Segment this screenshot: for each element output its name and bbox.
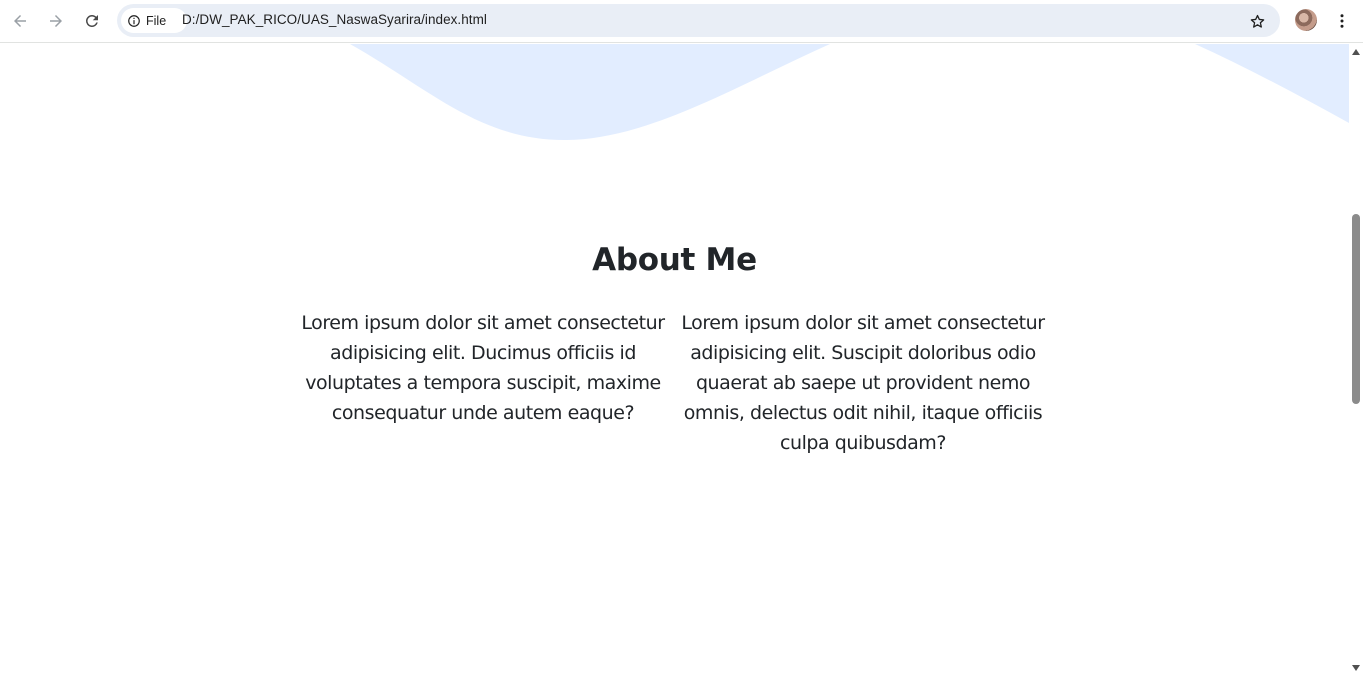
scrollbar-thumb[interactable] — [1352, 214, 1360, 404]
address-bar[interactable]: File D:/DW_PAK_RICO/UAS_NaswaSyarira/ind… — [117, 4, 1280, 37]
browser-menu-button[interactable] — [1331, 8, 1353, 34]
site-info-chip[interactable]: File — [121, 8, 187, 33]
scroll-up-arrow-icon[interactable] — [1352, 48, 1360, 56]
about-title: About Me — [592, 242, 757, 278]
vertical-scrollbar[interactable] — [1349, 44, 1363, 673]
back-button[interactable] — [7, 8, 33, 34]
star-icon — [1250, 14, 1264, 28]
about-paragraph-right: Lorem ipsum dolor sit amet consectetur a… — [681, 312, 1045, 454]
reload-button[interactable] — [79, 8, 105, 34]
bookmark-button[interactable] — [1246, 10, 1268, 32]
reload-icon — [85, 14, 98, 27]
kebab-menu-icon — [1340, 14, 1344, 28]
browser-toolbar: File D:/DW_PAK_RICO/UAS_NaswaSyarira/ind… — [0, 0, 1363, 43]
arrow-right-icon — [50, 15, 62, 27]
arrow-left-icon — [14, 15, 26, 27]
page-viewport: About Me Lorem ipsum dolor sit amet cons… — [0, 44, 1349, 673]
site-chip-label: File — [146, 13, 167, 28]
forward-button[interactable] — [43, 8, 69, 34]
info-icon — [128, 14, 140, 27]
scroll-down-arrow-icon[interactable] — [1352, 664, 1360, 672]
decorative-wave — [350, 44, 1349, 141]
url-text[interactable]: D:/DW_PAK_RICO/UAS_NaswaSyarira/index.ht… — [182, 12, 487, 27]
profile-avatar[interactable] — [1295, 9, 1317, 31]
about-paragraph-left: Lorem ipsum dolor sit amet consectetur a… — [301, 312, 665, 424]
